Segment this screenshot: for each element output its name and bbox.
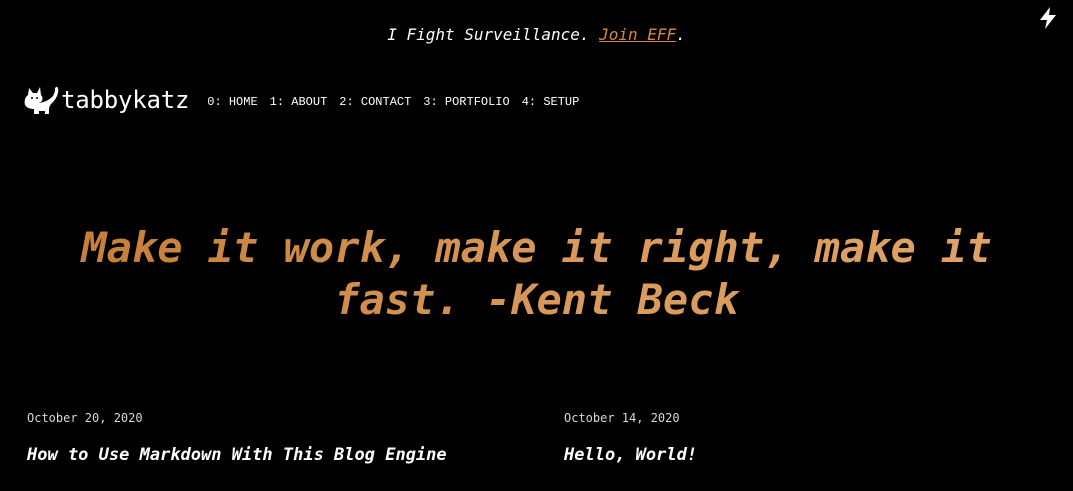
lightning-bolt-icon[interactable] bbox=[1036, 6, 1060, 30]
hero-quote-line-1: Make it work, make it right, make it bbox=[81, 223, 992, 272]
eff-banner: I Fight Surveillance. Join EFF. bbox=[0, 24, 1073, 46]
hero-quote: Make it work, make it right, make it fas… bbox=[0, 222, 1073, 326]
banner-text: I Fight Surveillance. bbox=[387, 25, 600, 44]
post-title-link[interactable]: How to Use Markdown With This Blog Engin… bbox=[27, 444, 447, 466]
hero-quote-line-2: fast. -Kent Beck bbox=[334, 275, 739, 324]
post-date: October 14, 2020 bbox=[564, 411, 680, 425]
nav-item-home[interactable]: 0: HOME bbox=[207, 95, 257, 109]
post-title-link[interactable]: Hello, World! bbox=[564, 444, 697, 466]
post-date: October 20, 2020 bbox=[27, 411, 143, 425]
post-card: October 14, 2020 Hello, World! bbox=[564, 410, 697, 466]
nav-item-setup[interactable]: 4: SETUP bbox=[522, 95, 580, 109]
main-nav: 0: HOME 1: ABOUT 2: CONTACT 3: PORTFOLIO… bbox=[207, 95, 591, 109]
site-logo[interactable]: tabbykatz bbox=[22, 83, 189, 117]
nav-item-about[interactable]: 1: ABOUT bbox=[270, 95, 328, 109]
banner-suffix: . bbox=[676, 25, 686, 44]
site-header: tabbykatz 0: HOME 1: ABOUT 2: CONTACT 3:… bbox=[22, 82, 591, 118]
cat-icon bbox=[24, 86, 59, 114]
site-name: tabbykatz bbox=[61, 86, 190, 114]
join-eff-link[interactable]: Join EFF bbox=[599, 25, 676, 44]
nav-item-portfolio[interactable]: 3: PORTFOLIO bbox=[423, 95, 509, 109]
nav-item-contact[interactable]: 2: CONTACT bbox=[339, 95, 411, 109]
post-card: October 20, 2020 How to Use Markdown Wit… bbox=[27, 410, 447, 466]
